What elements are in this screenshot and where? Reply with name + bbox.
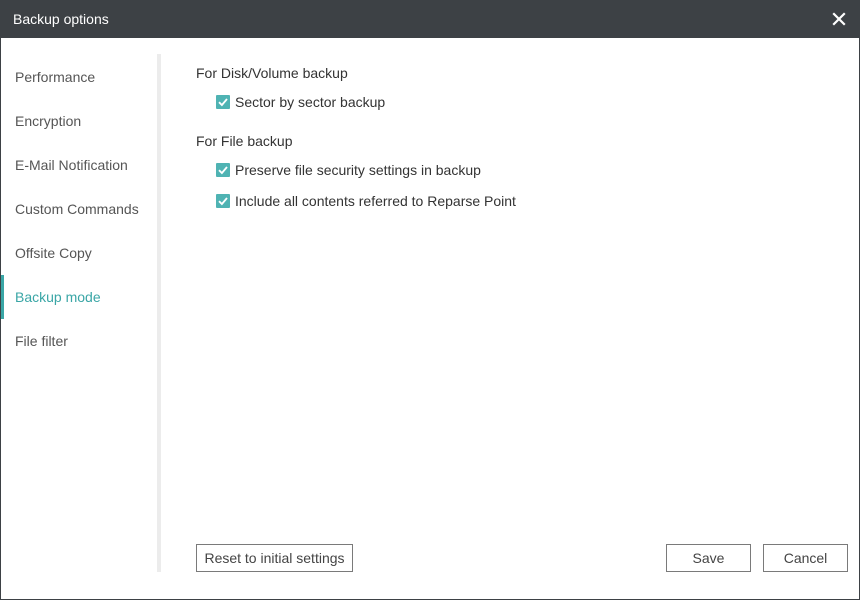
close-icon (832, 12, 846, 26)
checkmark-icon (218, 166, 228, 175)
reparse-point-label: Include all contents referred to Reparse… (235, 193, 516, 209)
backup-mode-panel: For Disk/Volume backup Sector by sector … (161, 38, 859, 600)
checkmark-icon (218, 98, 228, 107)
sidebar-item-label: Backup mode (15, 289, 101, 305)
sector-by-sector-label: Sector by sector backup (235, 94, 386, 110)
save-button[interactable]: Save (666, 544, 751, 572)
sidebar-item-label: Performance (15, 69, 96, 85)
sidebar-item-email-notification[interactable]: E-Mail Notification (1, 143, 157, 187)
file-backup-section-title: For File backup (196, 133, 293, 149)
sector-by-sector-checkbox[interactable] (216, 95, 230, 109)
preserve-security-label: Preserve file security settings in backu… (235, 162, 481, 178)
title-bar: Backup options (1, 1, 859, 38)
sidebar-item-encryption[interactable]: Encryption (1, 99, 157, 143)
sidebar-item-label: E-Mail Notification (15, 157, 128, 173)
checkmark-icon (218, 197, 228, 206)
sidebar-item-label: Custom Commands (15, 201, 139, 217)
backup-options-dialog: Backup options Performance Encryption E-… (0, 0, 860, 600)
close-button[interactable] (829, 9, 849, 29)
disk-backup-section-title: For Disk/Volume backup (196, 65, 348, 81)
sidebar-item-offsite-copy[interactable]: Offsite Copy (1, 231, 157, 275)
cancel-button[interactable]: Cancel (763, 544, 848, 572)
reparse-point-checkbox[interactable] (216, 194, 230, 208)
sidebar-item-label: Encryption (15, 113, 82, 129)
reset-settings-button[interactable]: Reset to initial settings (196, 544, 353, 572)
preserve-security-checkbox[interactable] (216, 163, 230, 177)
sidebar: Performance Encryption E-Mail Notificati… (1, 38, 158, 572)
sidebar-item-label: Offsite Copy (15, 245, 92, 261)
sidebar-item-custom-commands[interactable]: Custom Commands (1, 187, 157, 231)
sidebar-item-backup-mode[interactable]: Backup mode (1, 275, 157, 319)
sidebar-item-file-filter[interactable]: File filter (1, 319, 157, 363)
dialog-title: Backup options (13, 11, 109, 27)
sidebar-item-label: File filter (15, 333, 68, 349)
sidebar-item-performance[interactable]: Performance (1, 55, 157, 99)
